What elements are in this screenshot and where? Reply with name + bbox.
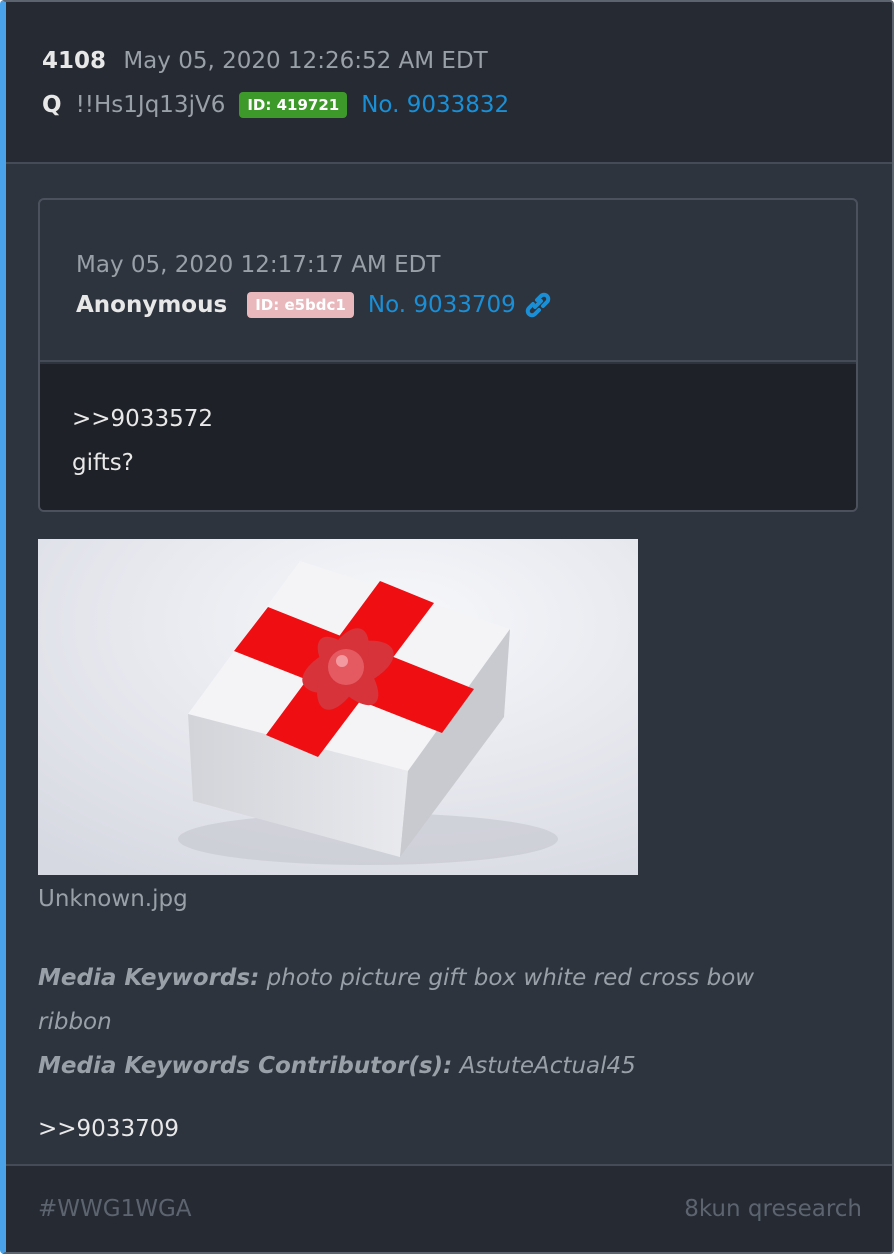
post-meta-row: 4108 May 05, 2020 12:26:52 AM EDT: [42, 48, 488, 74]
media-contributor-label: Media Keywords Contributor(s):: [38, 1053, 453, 1079]
post-number-link[interactable]: No. 9033832: [361, 92, 509, 118]
media-keywords-label: Media Keywords:: [38, 965, 260, 991]
post-datetime: May 05, 2020 12:26:52 AM EDT: [123, 48, 488, 74]
media-contributor: AstuteActual45: [459, 1053, 636, 1079]
post-tripcode: !!Hs1Jq13jV6: [75, 92, 226, 118]
quoted-post-header: May 05, 2020 12:17:17 AM EDT Anonymous I…: [40, 200, 856, 362]
quoted-post: May 05, 2020 12:17:17 AM EDT Anonymous I…: [38, 198, 858, 512]
post-footer: #WWG1WGA 8kun qresearch: [6, 1164, 892, 1252]
gift-box-image[interactable]: [38, 539, 638, 875]
post-author-row: Q !!Hs1Jq13jV6 ID: 419721 No. 9033832: [42, 92, 509, 118]
post-reply-link[interactable]: >>9033709: [38, 1116, 179, 1142]
post-header: 4108 May 05, 2020 12:26:52 AM EDT Q !!Hs…: [6, 2, 892, 164]
post-number: 4108: [42, 48, 107, 74]
quoted-post-author: Anonymous: [76, 292, 228, 318]
media-keywords-block: Media Keywords: photo picture gift box w…: [38, 956, 818, 1088]
footer-source: 8kun qresearch: [684, 1196, 862, 1222]
quoted-post-number-link[interactable]: No. 9033709: [368, 292, 516, 318]
quoted-post-text: gifts?: [72, 450, 134, 476]
post-card: 4108 May 05, 2020 12:26:52 AM EDT Q !!Hs…: [0, 0, 894, 1254]
quoted-author-row: Anonymous ID: e5bdc1 No. 9033709: [76, 292, 552, 318]
post-author: Q: [42, 92, 62, 118]
quoted-post-id-badge: ID: e5bdc1: [247, 292, 354, 318]
quoted-post-body: >>9033572 gifts?: [40, 364, 856, 510]
image-filename[interactable]: Unknown.jpg: [38, 886, 188, 912]
post-id-badge: ID: 419721: [239, 92, 348, 118]
quoted-post-reply-link[interactable]: >>9033572: [72, 406, 213, 432]
quoted-post-datetime: May 05, 2020 12:17:17 AM EDT: [76, 252, 441, 278]
footer-hashtag: #WWG1WGA: [38, 1196, 192, 1222]
link-icon[interactable]: [524, 292, 552, 318]
